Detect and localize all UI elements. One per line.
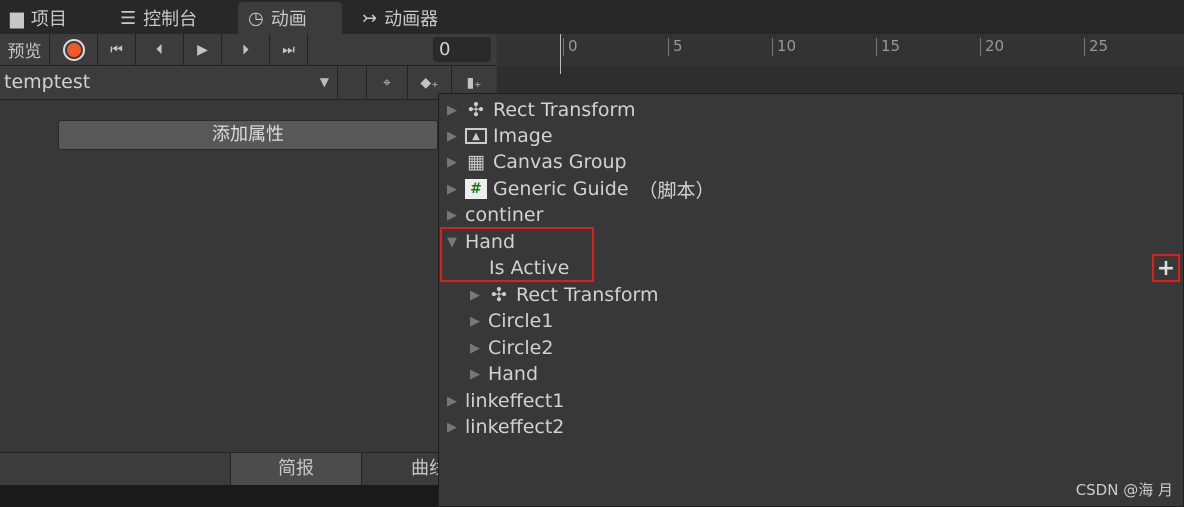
rect-transform-icon: ✣ [491,284,507,306]
ruler-tick: 20 [980,38,1004,56]
list-item[interactable]: ▶ ▲ Image [447,123,553,149]
expand-arrow-icon: ▶ [470,366,480,382]
next-frame-button[interactable]: ⏵ [222,34,270,65]
list-item[interactable]: ▶ Hand [470,361,538,387]
window-tabs: ▆ 项目 ☰ 控制台 ◷ 动画 ↣ 动画器 [0,0,1184,34]
list-item[interactable]: ▶ Circle2 [470,335,553,361]
list-item[interactable]: ▼ Hand [447,229,515,255]
clip-row: temptest ▼ ⌖ ◆₊ ▮₊ [0,66,496,100]
list-item[interactable]: ▶ linkeffect1 [447,388,564,414]
clip-dropdown[interactable]: temptest ▼ [0,66,338,99]
add-event-icon: ▮₊ [466,74,482,91]
record-icon [62,38,85,61]
chevron-down-icon: ▼ [319,75,329,89]
canvas-group-icon: ▦ [467,151,485,173]
frame-input[interactable]: 0 [433,37,491,62]
list-item-is-active[interactable]: Is Active [489,255,569,281]
expand-arrow-icon: ▶ [447,181,457,197]
plus-icon: + [1156,255,1176,281]
console-icon: ☰ [120,7,137,29]
ruler-tick: 25 [1084,38,1108,56]
next-frame-icon: ⏵ [242,41,249,58]
expand-arrow-icon: ▶ [470,287,480,303]
ruler-tick: 5 [668,38,683,56]
folder-icon: ▆ [10,7,24,29]
tab-console[interactable]: ☰ 控制台 [110,2,207,34]
playhead[interactable] [560,34,561,74]
add-property-popup: ▶ ✣ Rect Transform ▶ ▲ Image ▶ ▦ Canvas Group … [438,93,1184,507]
skip-start-icon: ⏮ [110,41,123,58]
image-icon: ▲ [465,128,487,144]
play-button[interactable]: ▶ [184,34,222,65]
first-frame-button[interactable]: ⏮ [98,34,136,65]
expand-arrow-icon: ▶ [447,128,457,144]
ruler-tick: 10 [772,38,796,56]
expand-arrow-icon: ▶ [447,393,457,409]
script-icon: # [465,179,487,199]
preview-button[interactable]: 预览 [0,34,50,65]
status-bar [0,485,496,507]
record-button[interactable] [50,34,98,65]
add-property-button[interactable]: 添加属性 [58,120,438,150]
animator-icon: ↣ [362,7,378,29]
crosshair-icon: ⌖ [383,74,391,91]
add-keyframe-icon: ◆₊ [420,74,439,91]
tab-dopesheet[interactable]: 简报 [230,453,362,485]
watermark: CSDN @海 月 [1075,481,1173,499]
rect-transform-icon: ✣ [468,99,484,121]
tab-animation[interactable]: ◷ 动画 [238,2,342,34]
bottom-tabs: 简报 曲线 [0,452,496,485]
collapse-arrow-icon: ▼ [447,234,457,250]
list-item[interactable]: ▶ ▦ Canvas Group [447,149,627,175]
expand-arrow-icon: ▶ [447,154,457,170]
play-icon: ▶ [197,41,208,58]
clock-icon: ◷ [248,7,264,29]
last-frame-button[interactable]: ⏭ [270,34,308,65]
list-item[interactable]: ▶ ✣ Rect Transform [470,282,658,308]
filter-by-selection-button[interactable]: ⌖ [366,66,408,99]
list-item[interactable]: ▶ ✣ Rect Transform [447,97,635,123]
list-item[interactable]: ▶ # Generic Guide （脚本） [447,176,715,202]
expand-arrow-icon: ▶ [470,340,480,356]
prev-frame-icon: ⏴ [156,41,163,58]
expand-arrow-icon: ▶ [447,102,457,118]
timeline-ruler[interactable]: 0 5 10 15 20 25 [497,34,1184,66]
tab-project[interactable]: ▆ 项目 [0,2,77,34]
expand-arrow-icon: ▶ [447,207,457,223]
playback-toolbar: 预览 ⏮ ⏴ ▶ ⏵ ⏭ 0 [0,34,496,66]
skip-end-icon: ⏭ [282,41,295,58]
ruler-tick: 0 [563,38,578,56]
list-item[interactable]: ▶ continer [447,202,543,228]
ruler-tick: 15 [876,38,900,56]
prev-frame-button[interactable]: ⏴ [136,34,184,65]
add-property-plus-button[interactable]: + [1152,254,1180,282]
list-item[interactable]: ▶ Circle1 [470,308,553,334]
expand-arrow-icon: ▶ [470,313,480,329]
tab-animator[interactable]: ↣ 动画器 [352,2,448,34]
expand-arrow-icon: ▶ [447,419,457,435]
list-item[interactable]: ▶ linkeffect2 [447,414,564,440]
